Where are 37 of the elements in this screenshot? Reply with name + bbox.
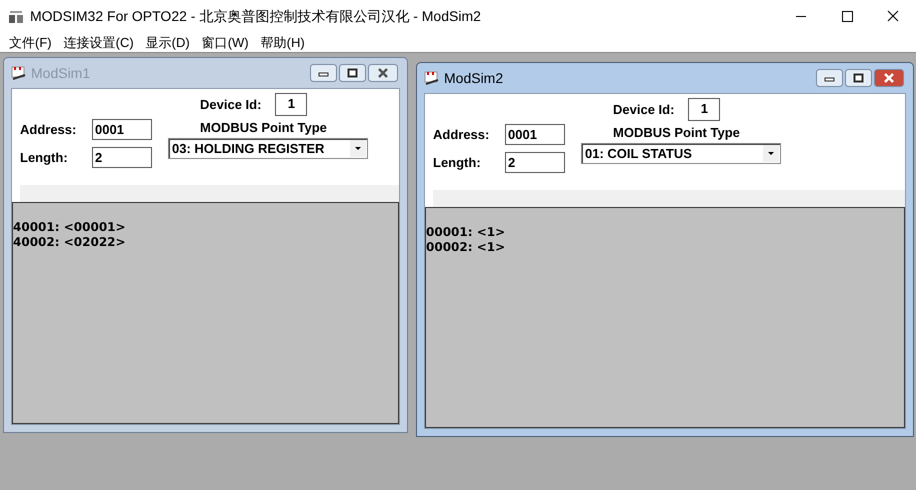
point-type-label: MODBUS Point Type xyxy=(200,120,327,135)
device-id-field[interactable]: 1 xyxy=(275,93,308,116)
menu-item[interactable]: 连接设置(C) xyxy=(58,34,140,52)
child-window-title: ModSim1 xyxy=(31,65,90,81)
length-field[interactable]: 2 xyxy=(505,152,565,173)
device-id-field[interactable]: 1 xyxy=(688,98,720,121)
point-type-label: MODBUS Point Type xyxy=(613,125,740,140)
length-label: Length: xyxy=(20,150,69,165)
restore-icon[interactable] xyxy=(339,64,366,82)
window-title: MODSIM32 For OPTO22 - 北京奥普图控制技术有限公司汉化 - ModSim2 xyxy=(30,8,481,26)
address-label: Address: xyxy=(433,127,490,142)
menu-item[interactable]: 窗口(W) xyxy=(196,34,255,52)
address-label: Address: xyxy=(20,122,78,137)
address-field[interactable]: 0001 xyxy=(92,119,152,140)
close-icon[interactable] xyxy=(874,69,904,87)
address-field[interactable]: 0001 xyxy=(505,124,565,145)
device-id-label: Device Id: xyxy=(200,97,262,112)
point-type-dropdown[interactable]: 01: COIL STATUS xyxy=(581,143,781,164)
length-label: Length: xyxy=(433,155,482,170)
minimize-icon[interactable] xyxy=(310,64,337,82)
app-icon xyxy=(424,70,440,86)
app-icon xyxy=(11,65,27,81)
menu-item[interactable]: 文件(F) xyxy=(3,34,58,52)
point-type-dropdown[interactable]: 03: HOLDING REGISTER xyxy=(168,138,368,159)
menu-item[interactable]: 显示(D) xyxy=(140,34,196,52)
child-window-title: ModSim2 xyxy=(444,70,504,86)
length-field[interactable]: 2 xyxy=(92,147,152,168)
register-value: 00002: <1> xyxy=(426,240,506,255)
close-icon[interactable] xyxy=(368,64,398,82)
menu-item[interactable]: 帮助(H) xyxy=(254,34,311,52)
restore-icon[interactable] xyxy=(845,69,872,87)
register-value: 40002: <02022> xyxy=(13,235,127,250)
app-icon xyxy=(8,10,24,24)
device-id-label: Device Id: xyxy=(613,102,674,117)
register-value: 00001: <1> xyxy=(426,225,506,240)
register-value: 40001: <00001> xyxy=(13,220,127,235)
minimize-icon[interactable] xyxy=(816,69,843,87)
